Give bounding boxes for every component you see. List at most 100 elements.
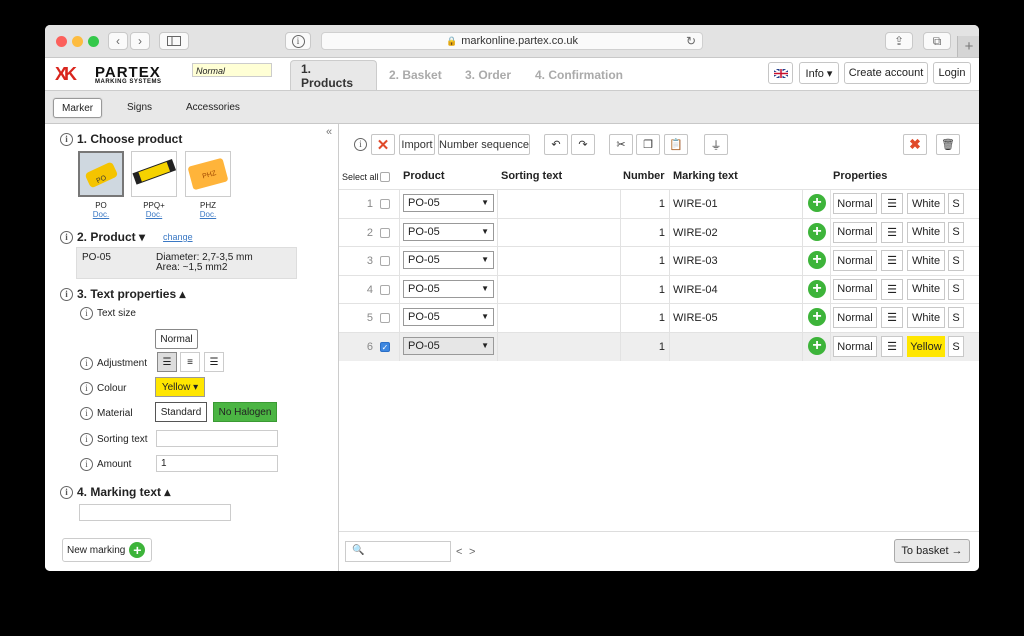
table-row[interactable]: 1 PO-05 ▼ 1 WIRE-01 + Normal ☰ White S [339,189,979,218]
info-icon[interactable]: i [60,485,73,499]
alignment-cell[interactable]: ☰ [881,278,903,300]
number-cell[interactable]: 1 [623,219,665,247]
product-select[interactable]: PO-05 ▼ [403,222,494,241]
add-row-icon[interactable]: + [808,308,826,327]
sorting-text-cell[interactable] [501,247,617,275]
to-basket-button[interactable]: To basket → [894,539,970,563]
product-ppq-image[interactable] [131,151,177,197]
material-cell[interactable]: S [948,193,964,214]
new-marking-button[interactable]: New marking + [62,538,152,562]
partex-logo[interactable]: XK PARTEX MARKING SYSTEMS [55,64,179,86]
align-right-button[interactable]: ☰ [204,352,224,372]
colour-dropdown[interactable]: Yellow ▾ [155,377,205,397]
add-row-icon[interactable]: + [808,194,826,212]
add-row-icon[interactable]: + [808,251,826,270]
checkbox[interactable] [380,284,390,295]
text-size-cell[interactable]: Normal [833,193,877,214]
info-icon[interactable]: i [60,132,73,146]
info-icon[interactable]: i [80,382,93,395]
row-checkbox[interactable]: ✓ [380,333,390,361]
tab-order[interactable]: 3. Order [465,60,511,90]
sorting-text-input[interactable] [156,430,278,447]
section-title[interactable]: 2. Product ▾ [77,230,145,244]
row-checkbox[interactable] [380,304,390,332]
doc-link[interactable]: Doc. [185,210,231,219]
text-size-cell[interactable]: Normal [833,278,877,300]
colour-cell[interactable]: White [907,278,945,300]
copy-button[interactable]: ❐ [636,134,660,155]
info-icon[interactable]: i [80,458,93,471]
sorting-text-cell[interactable] [501,333,617,361]
checkbox[interactable] [380,227,390,238]
number-cell[interactable]: 1 [623,190,665,218]
table-row[interactable]: 6 ✓ PO-05 ▼ 1 + Normal ☰ Yellow S [339,332,979,361]
amount-input[interactable]: 1 [156,455,278,472]
login-button[interactable]: Login [933,62,971,84]
doc-link[interactable]: Doc. [131,210,177,219]
select-all[interactable]: Select all [342,172,390,182]
add-row-icon[interactable]: + [808,279,826,298]
material-cell[interactable]: S [948,336,964,357]
text-size-button[interactable]: Normal [155,329,198,349]
marking-text-cell[interactable]: WIRE-05 [673,304,798,332]
undo-button[interactable]: ↶ [544,134,568,155]
checkbox[interactable]: ✓ [380,342,390,352]
minimize-window-button[interactable] [72,36,83,47]
number-cell[interactable]: 1 [623,333,665,361]
align-left-button[interactable]: ☰ [157,352,177,372]
text-size-cell[interactable]: Normal [833,336,877,357]
insert-row-button[interactable]: ⏚ [704,134,728,155]
sidebar-toggle-button[interactable] [159,32,189,50]
paste-button[interactable]: 📋 [664,134,688,155]
address-bar[interactable]: 🔒 markonline.partex.co.uk ↻ [321,32,703,50]
info-icon[interactable]: i [60,287,73,301]
alignment-cell[interactable]: ☰ [881,250,903,272]
number-cell[interactable]: 1 [623,247,665,275]
table-row[interactable]: 2 PO-05 ▼ 1 WIRE-02 + Normal ☰ White S [339,217,979,247]
change-product-link[interactable]: change [163,232,193,242]
material-cell[interactable]: S [948,250,964,272]
back-button[interactable]: ‹ [108,32,128,50]
colour-cell[interactable]: White [907,250,945,272]
collapse-panel-button[interactable]: « [326,126,332,138]
material-cell[interactable]: S [948,221,964,243]
previous-page-button[interactable]: < [456,546,462,558]
info-icon[interactable]: i [80,307,93,320]
alignment-cell[interactable]: ☰ [881,193,903,214]
product-select[interactable]: PO-05 ▼ [403,279,494,298]
alignment-cell[interactable]: ☰ [881,336,903,357]
nav-signs[interactable]: Signs [119,98,160,116]
import-button[interactable]: Import [399,134,435,155]
material-nohalogen-button[interactable]: No Halogen [213,402,277,422]
table-row[interactable]: 4 PO-05 ▼ 1 WIRE-04 + Normal ☰ White S [339,274,979,304]
product-select[interactable]: PO-05 ▼ [403,194,494,212]
row-checkbox[interactable] [380,247,390,275]
cut-button[interactable]: ✂ [609,134,633,155]
section-title[interactable]: 3. Text properties ▴ [77,287,186,301]
info-icon[interactable]: i [354,138,367,151]
info-icon[interactable]: i [80,357,93,370]
material-cell[interactable]: S [948,278,964,300]
language-button[interactable] [768,62,793,84]
checkbox[interactable] [380,313,390,324]
select-all-checkbox[interactable] [379,172,390,182]
info-icon[interactable]: i [60,230,73,244]
number-cell[interactable]: 1 [623,304,665,332]
product-select[interactable]: PO-05 ▼ [403,308,494,327]
tab-products[interactable]: 1. Products [290,60,377,90]
row-checkbox[interactable] [380,219,390,247]
tab-basket[interactable]: 2. Basket [389,60,442,90]
table-row[interactable]: 5 PO-05 ▼ 1 WIRE-05 + Normal ☰ White S [339,303,979,333]
text-size-cell[interactable]: Normal [833,221,877,243]
product-po-image[interactable]: PO [78,151,124,197]
close-window-button[interactable] [56,36,67,47]
info-menu-button[interactable]: Info ▾ [799,62,839,84]
text-size-cell[interactable]: Normal [833,307,877,329]
nav-accessories[interactable]: Accessories [178,98,248,116]
forward-button[interactable]: › [130,32,150,50]
tabs-overview-button[interactable]: ⧉ [923,32,951,50]
section-title[interactable]: 4. Marking text ▴ [77,485,170,499]
info-icon[interactable]: i [80,433,93,446]
number-cell[interactable]: 1 [623,276,665,304]
sorting-text-cell[interactable] [501,276,617,304]
